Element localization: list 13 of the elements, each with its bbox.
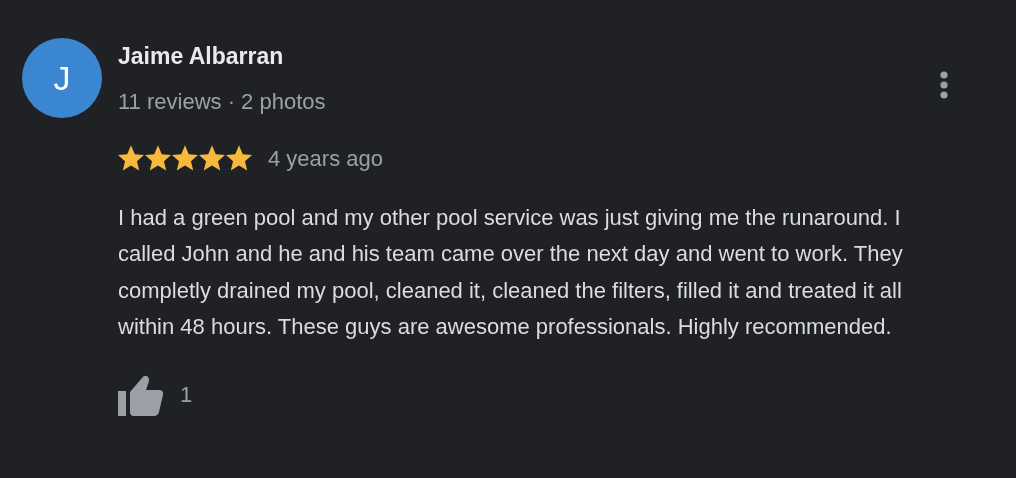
more-options-icon[interactable] xyxy=(940,70,948,99)
star-icon xyxy=(199,145,225,172)
thumbs-up-icon[interactable] xyxy=(118,373,164,416)
star-icon xyxy=(172,145,198,172)
author-meta: 11 reviews · 2 photos xyxy=(118,87,326,116)
avatar: J xyxy=(22,38,102,118)
review-time: 4 years ago xyxy=(268,144,383,173)
star-icon xyxy=(226,145,252,172)
author-name[interactable]: Jaime Albarran xyxy=(118,43,326,71)
star-icon xyxy=(118,145,144,172)
like-count: 1 xyxy=(180,381,193,410)
review-text: I had a green pool and my other pool service was just giving me the runaround. I called John and he and his team came over the next day and went to work. They completly drained my pool, cleaned it, cleaned the filters, filled it and treated it all within 48 hours. These guys are awesome professionals. Highly recommended. xyxy=(118,203,904,342)
star-icon xyxy=(145,145,171,172)
